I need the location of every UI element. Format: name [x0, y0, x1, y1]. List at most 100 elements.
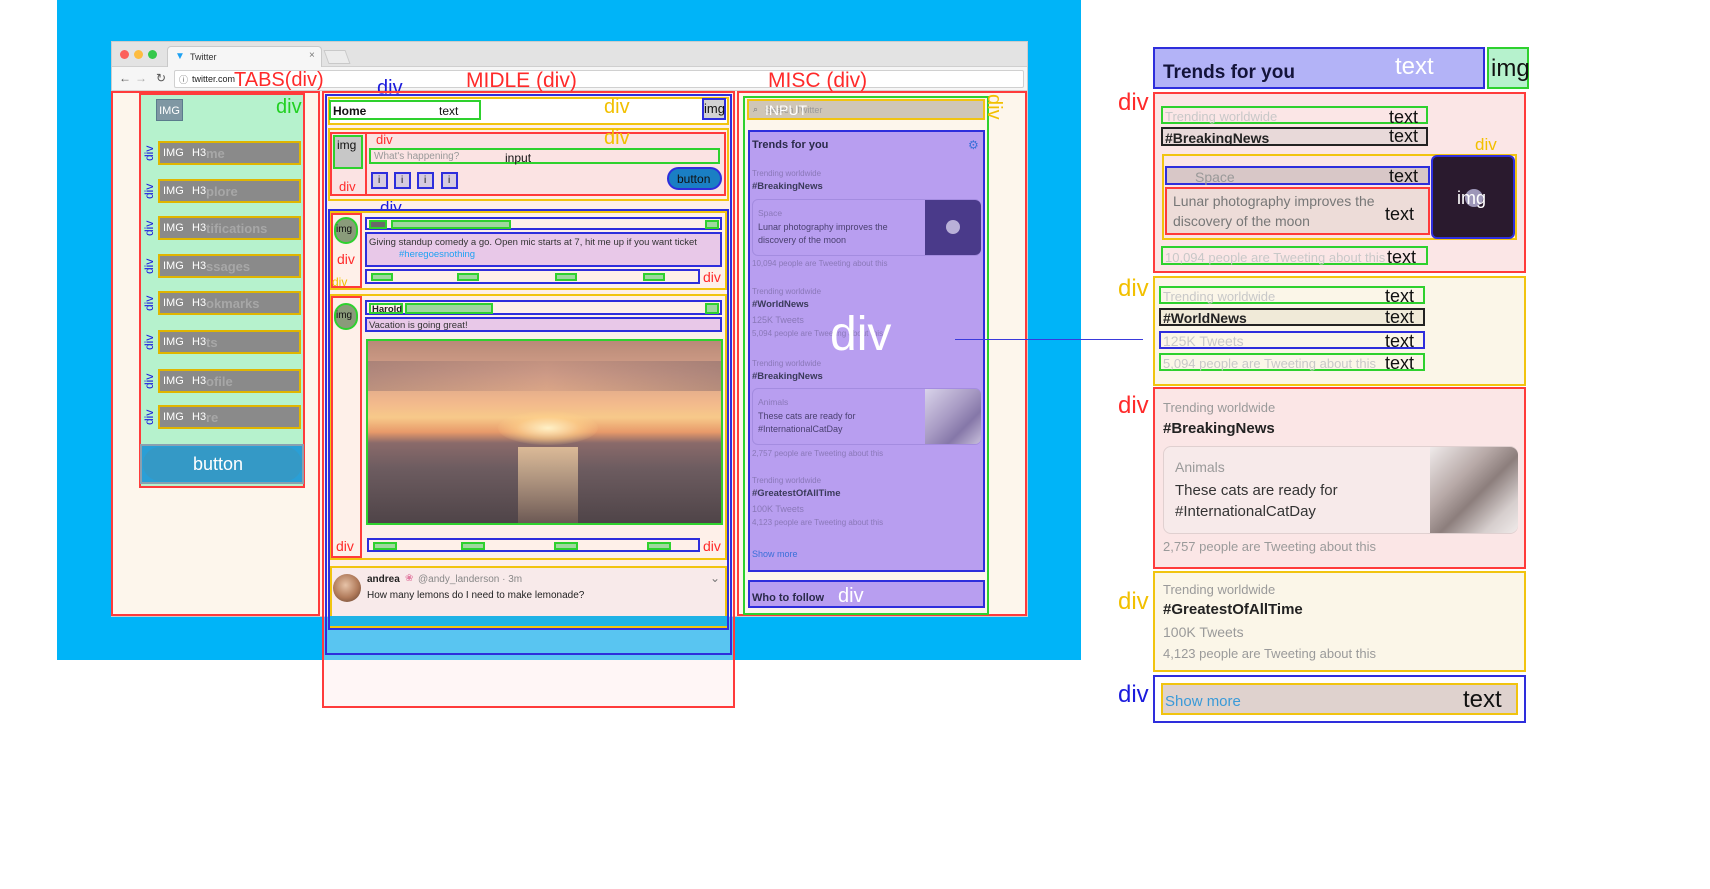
sidebar-icon-img: IMG — [163, 147, 184, 159]
tweet-button[interactable]: button — [143, 447, 302, 481]
share-icon[interactable] — [643, 273, 665, 281]
nav-div-tag: div — [142, 334, 156, 350]
compose-avatar[interactable]: img — [333, 135, 363, 169]
zoom-trend-2-count: 5,094 people are Tweeting about this tex… — [1159, 353, 1425, 372]
sea-reflection — [518, 447, 578, 523]
sun-glow — [498, 411, 598, 445]
trend-tag[interactable]: #BreakingNews — [752, 182, 823, 192]
trend-label: Trending worldwide — [752, 287, 822, 296]
sidebar-item-notifications[interactable]: IMG H3 tifications — [158, 216, 301, 240]
trend-card[interactable]: Animals These cats are ready for #Intern… — [752, 388, 981, 445]
sidebar-h3-tag: H3 — [192, 260, 207, 272]
reply-icon[interactable] — [373, 542, 397, 550]
maximize-dot-icon[interactable] — [148, 50, 157, 59]
tab-close-icon[interactable]: × — [309, 50, 315, 61]
tweet-2-sunset-image[interactable] — [366, 339, 723, 525]
trend-tag[interactable]: #BreakingNews — [752, 372, 823, 382]
zoom-settings-icon[interactable]: img — [1487, 47, 1530, 89]
browser-titlebar: ▼ Twitter × — [112, 42, 1027, 67]
forward-arrow-icon[interactable]: → — [135, 71, 147, 85]
poll-icon[interactable]: i — [417, 172, 434, 189]
settings-gear-icon[interactable]: ⚙ — [968, 139, 979, 151]
tweet-1-avatar[interactable]: img — [334, 217, 358, 244]
tweet-2-actions-div-tag: div — [703, 538, 721, 554]
emoji-icon[interactable]: i — [441, 172, 458, 189]
tweet-1-div-tag: div — [337, 251, 355, 267]
back-arrow-icon[interactable]: ← — [119, 71, 131, 85]
search-input[interactable]: ⌕ Search Twitter INPUT — [747, 99, 985, 120]
like-icon[interactable] — [555, 273, 577, 281]
tweet-2-avatar[interactable]: img — [334, 303, 358, 330]
tweet-2-more-icon[interactable] — [705, 303, 719, 314]
nav-div-tag: div — [142, 295, 156, 311]
nav-div-tag: div — [142, 409, 156, 425]
chevron-down-icon[interactable]: ⌄ — [710, 572, 720, 584]
zoom-trend-2-label: Trending worldwide text — [1159, 286, 1425, 305]
tweet-1-name-tag — [369, 220, 387, 229]
tabs-div-tag: div — [276, 96, 302, 118]
like-icon[interactable] — [554, 542, 578, 550]
sidebar-icon-img: IMG — [163, 375, 184, 387]
trend-label: Trending worldwide — [752, 169, 822, 178]
new-tab-button[interactable] — [323, 50, 351, 64]
sparkle-icon[interactable]: img — [702, 98, 726, 120]
trend-tag[interactable]: #GreatestOfAllTime — [752, 489, 841, 499]
browser-tab-title: Twitter — [190, 52, 217, 62]
tweet-2-div-tag: div — [336, 538, 354, 554]
retweet-icon[interactable] — [461, 542, 485, 550]
zoom-show-more[interactable]: Show more text — [1153, 675, 1526, 723]
sidebar-item-more[interactable]: IMG H3 re — [158, 405, 301, 429]
trend-card[interactable]: Space Lunar photography improves the dis… — [752, 199, 981, 256]
sidebar-icon-img: IMG — [163, 185, 184, 197]
tweet-1-body: Giving standup comedy a go. Open mic sta… — [365, 232, 722, 267]
reply-icon[interactable] — [371, 273, 393, 281]
sidebar-item-explore[interactable]: IMG H3 plore — [158, 179, 301, 203]
gif-icon[interactable]: i — [394, 172, 411, 189]
trend-label: Trending worldwide — [752, 359, 822, 368]
header-div-tag: div — [604, 96, 630, 118]
close-dot-icon[interactable] — [120, 50, 129, 59]
sidebar-item-profile[interactable]: IMG H3 ofile — [158, 369, 301, 393]
sidebar-h3-tag: H3 — [192, 222, 207, 234]
compose-input[interactable]: What's happening? input — [369, 148, 720, 164]
tweet-1-more-icon[interactable] — [705, 220, 719, 229]
reload-icon[interactable]: ↻ — [156, 71, 166, 85]
zoom-trend-2-tag[interactable]: #WorldNews text — [1159, 308, 1425, 326]
misc-section-label: MISC (div) — [768, 69, 868, 92]
sidebar-item-label: ofile — [206, 374, 233, 389]
zoom-trend-1-count: 10,094 people are Tweeting about this te… — [1161, 246, 1428, 266]
sidebar-h3-tag: H3 — [192, 411, 207, 423]
trend-tweets: 125K Tweets — [752, 315, 804, 325]
tweet-2-avatar-column — [331, 296, 362, 558]
sidebar-item-bookmarks[interactable]: IMG H3 okmarks — [158, 291, 301, 315]
sidebar-item-label: ts — [206, 335, 218, 350]
zoom-trend-3-card[interactable]: Animals These cats are ready for #Intern… — [1163, 446, 1518, 534]
sidebar-icon-img: IMG — [163, 297, 184, 309]
sidebar-icon-img: IMG — [163, 411, 184, 423]
share-icon[interactable] — [647, 542, 671, 550]
trend-tag[interactable]: #WorldNews — [752, 300, 809, 310]
show-more-link[interactable]: Show more — [752, 550, 798, 559]
tweet-2-actions — [367, 538, 700, 552]
sidebar-icon-img: IMG — [163, 336, 184, 348]
zoom-trend-1-tag[interactable]: #BreakingNews text — [1161, 127, 1428, 146]
sidebar-item-home[interactable]: IMG H3 me — [158, 141, 301, 165]
retweet-icon[interactable] — [457, 273, 479, 281]
nav-div-tag: div — [142, 373, 156, 389]
sidebar-item-messages[interactable]: IMG H3 ssages — [158, 254, 301, 278]
zoom-trend-1-label: Trending worldwide text — [1161, 106, 1428, 126]
media-icon[interactable]: i — [371, 172, 388, 189]
browser-tab[interactable]: ▼ Twitter × — [167, 46, 322, 67]
nav-div-tag: div — [142, 220, 156, 236]
minimize-dot-icon[interactable] — [134, 50, 143, 59]
moon-image — [925, 200, 981, 255]
zoom-trends-header: Trends for you text — [1153, 47, 1485, 89]
tweet-3-avatar[interactable] — [333, 574, 361, 602]
zoom-trend-1-card-text: Lunar photography improves the discovery… — [1165, 187, 1430, 235]
sidebar-item-lists[interactable]: IMG H3 ts — [158, 330, 301, 354]
compose-tweet-button[interactable]: button — [667, 167, 722, 190]
tweet-2-name-tag: Harold — [369, 303, 403, 314]
trend-label: Trending worldwide — [752, 476, 822, 485]
trend-count: 2,757 people are Tweeting about this — [752, 449, 884, 458]
tweet-3-author[interactable]: andrea — [367, 575, 400, 585]
